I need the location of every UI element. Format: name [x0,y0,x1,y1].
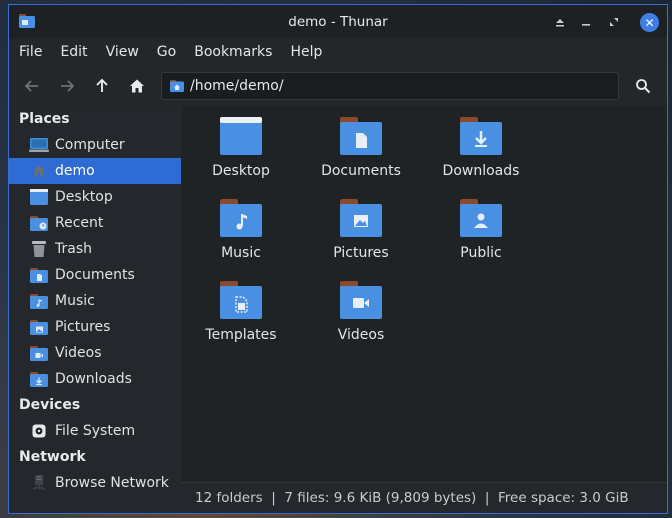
status-bar: 12 folders | 7 files: 9.6 KiB (9,809 byt… [181,482,667,513]
sidebar-item-trash[interactable]: Trash [9,236,181,262]
file-label: Downloads [442,163,520,179]
music-folder-icon [29,292,49,310]
music-folder-icon [186,190,296,239]
menu-edit[interactable]: Edit [50,44,95,60]
file-item-videos[interactable]: Videos [306,272,416,350]
downloads-folder-icon [426,108,536,157]
shade-icon[interactable] [551,13,569,31]
sidebar-item-computer[interactable]: Computer [9,132,181,158]
templates-folder-icon [186,272,296,321]
file-item-pictures[interactable]: Pictures [306,190,416,268]
sidebar-item-label: Recent [55,215,104,231]
file-item-desktop[interactable]: Desktop [186,108,296,186]
videos-folder-icon [29,344,49,362]
sidebar-item-label: demo [55,163,95,179]
recent-folder-icon [29,214,49,232]
menu-view[interactable]: View [96,44,147,60]
home-icon[interactable] [125,74,149,98]
location-path: /home/demo/ [190,78,284,94]
drive-icon [29,422,49,440]
sidebar-item-label: Videos [55,345,102,361]
sidebar-item-downloads[interactable]: Downloads [9,366,181,392]
devices-header: Devices [19,397,81,413]
sidebar-item-label: Computer [55,137,125,153]
sidebar-item-label: Documents [55,267,135,283]
home-folder-icon [170,80,184,92]
status-text: 12 folders | 7 files: 9.6 KiB (9,809 byt… [195,490,629,506]
file-label: Desktop [212,163,270,179]
file-item-documents[interactable]: Documents [306,108,416,186]
sidebar-item-music[interactable]: Music [9,288,181,314]
menu-bookmarks[interactable]: Bookmarks [184,44,280,60]
file-label: Pictures [333,245,389,261]
pictures-folder-icon [29,318,49,336]
menu-go[interactable]: Go [147,44,184,60]
desktop-folder-icon [186,108,296,157]
file-item-music[interactable]: Music [186,190,296,268]
file-item-downloads[interactable]: Downloads [426,108,536,186]
sidebar-item-label: Trash [55,241,92,257]
sidebar: Places Computer demo Desktop Recent Tras… [9,106,182,513]
file-view: Desktop Documents Downloads Music Pictur… [181,106,667,483]
sidebar-item-label: Downloads [55,371,132,387]
toolbar: /home/demo/ [9,66,667,106]
places-header: Places [19,111,70,127]
sidebar-item-pictures[interactable]: Pictures [9,314,181,340]
location-bar[interactable]: /home/demo/ [161,72,619,100]
sidebar-item-label: Pictures [55,319,111,335]
sidebar-item-demo[interactable]: demo [9,158,181,184]
network-icon [29,474,49,492]
documents-folder-icon [29,266,49,284]
minimize-icon[interactable] [577,13,595,31]
file-label: Documents [321,163,401,179]
file-label: Templates [205,327,277,343]
sidebar-item-label: Desktop [55,189,113,205]
network-header: Network [19,449,86,465]
computer-icon [29,136,49,154]
file-item-templates[interactable]: Templates [186,272,296,350]
sidebar-item-file-system[interactable]: File System [9,418,181,444]
trash-icon [29,240,49,258]
thunar-window: demo - Thunar ✕ File Edit View Go Bookma… [8,4,668,514]
menubar: File Edit View Go Bookmarks Help [9,38,667,66]
menu-help[interactable]: Help [280,44,330,60]
sidebar-item-recent[interactable]: Recent [9,210,181,236]
documents-folder-icon [306,108,416,157]
close-icon[interactable]: ✕ [640,13,659,32]
titlebar[interactable]: demo - Thunar ✕ [9,5,667,38]
file-label: Public [460,245,502,261]
sidebar-item-browse-network[interactable]: Browse Network [9,470,181,496]
sidebar-item-videos[interactable]: Videos [9,340,181,366]
downloads-folder-icon [29,370,49,388]
menu-file[interactable]: File [9,44,50,60]
public-folder-icon [426,190,536,239]
folder-icon [19,14,35,32]
sidebar-item-desktop[interactable]: Desktop [9,184,181,210]
search-icon[interactable] [631,74,655,98]
file-item-public[interactable]: Public [426,190,536,268]
sidebar-item-documents[interactable]: Documents [9,262,181,288]
file-label: Music [221,245,261,261]
forward-arrow-icon[interactable] [55,74,79,98]
sidebar-item-label: Music [55,293,95,309]
maximize-icon[interactable] [605,13,623,31]
sidebar-item-label: File System [55,423,136,439]
up-arrow-icon[interactable] [90,74,114,98]
pictures-folder-icon [306,190,416,239]
back-arrow-icon[interactable] [20,74,44,98]
home-icon [29,162,49,180]
sidebar-item-label: Browse Network [55,475,169,491]
desktop-folder-icon [29,188,49,206]
file-label: Videos [337,327,385,343]
videos-folder-icon [306,272,416,321]
